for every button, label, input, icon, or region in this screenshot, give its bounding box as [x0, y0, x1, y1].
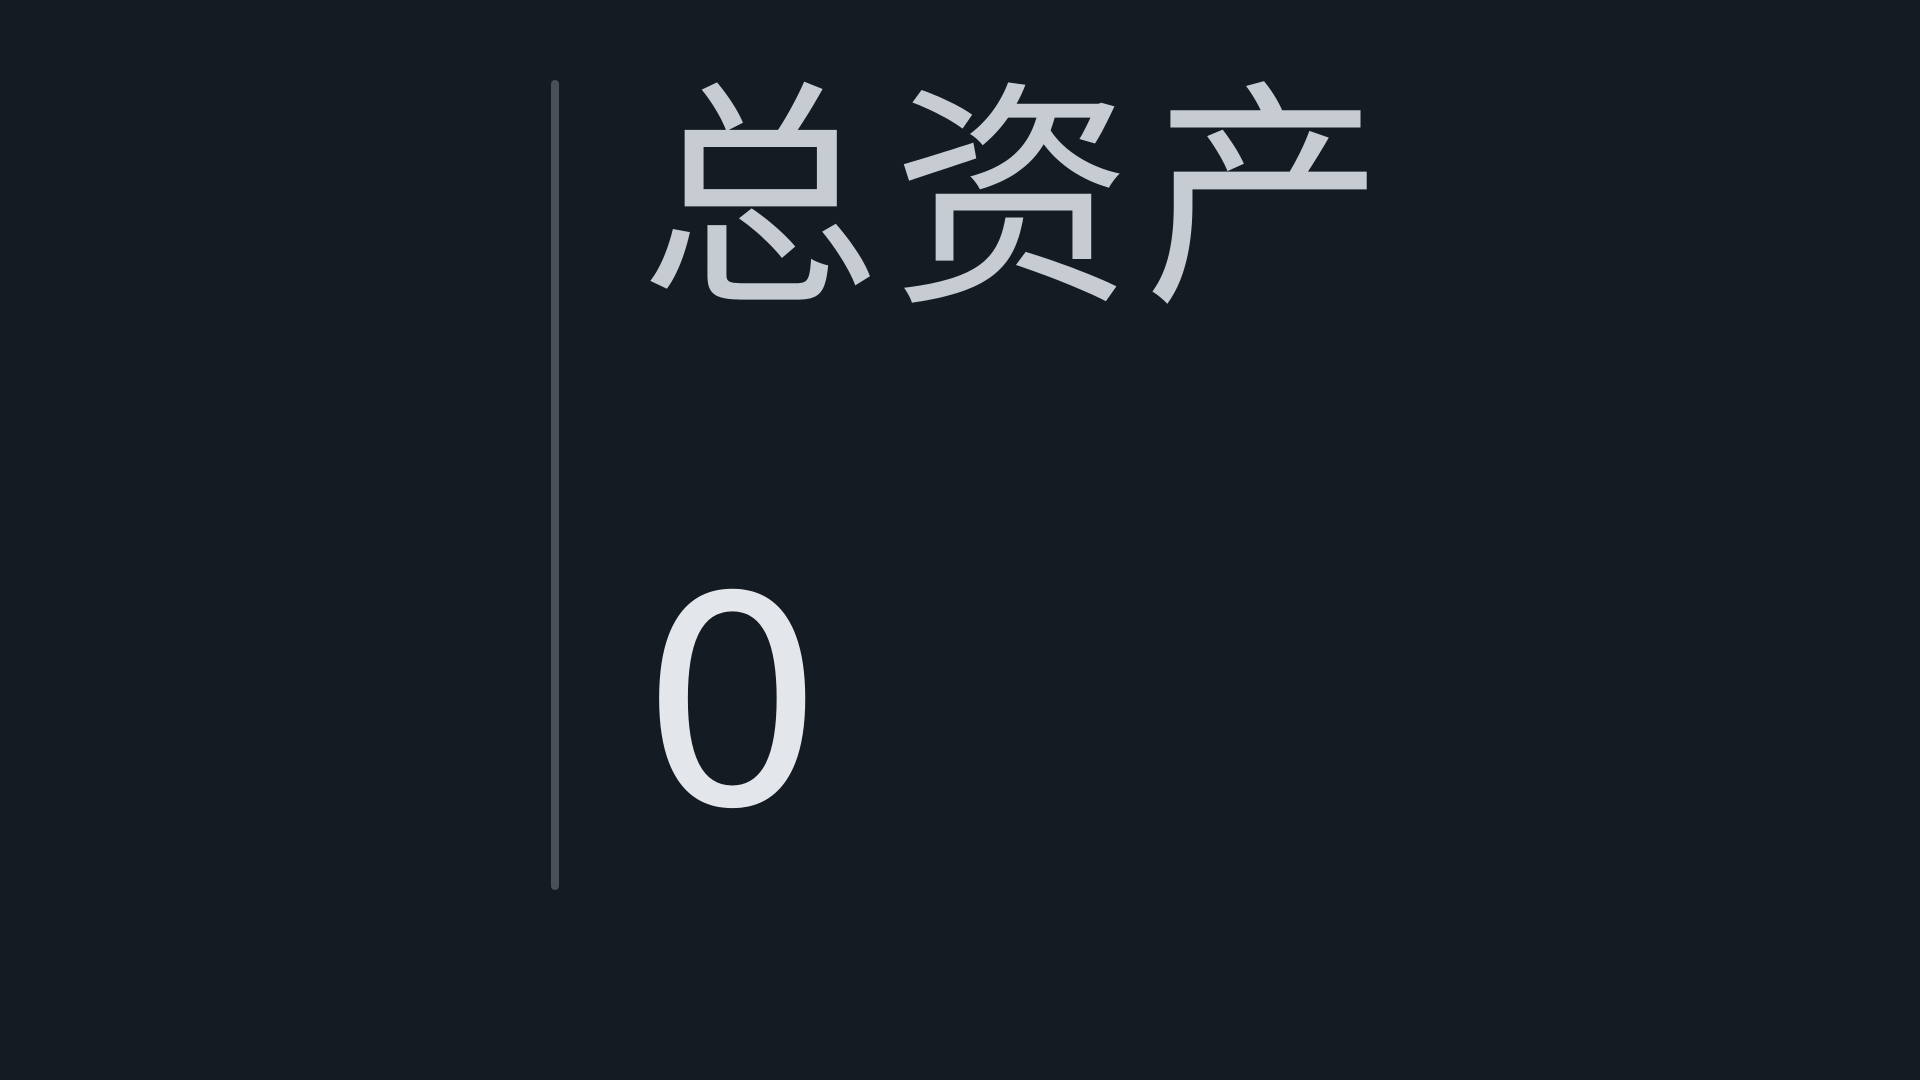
screen: 总资产 0 [0, 0, 1920, 1080]
total-assets-stat: 总资产 0 [640, 60, 1540, 880]
vertical-divider [551, 80, 559, 890]
total-assets-value: 0 [640, 536, 825, 873]
total-assets-label: 总资产 [640, 60, 1397, 340]
